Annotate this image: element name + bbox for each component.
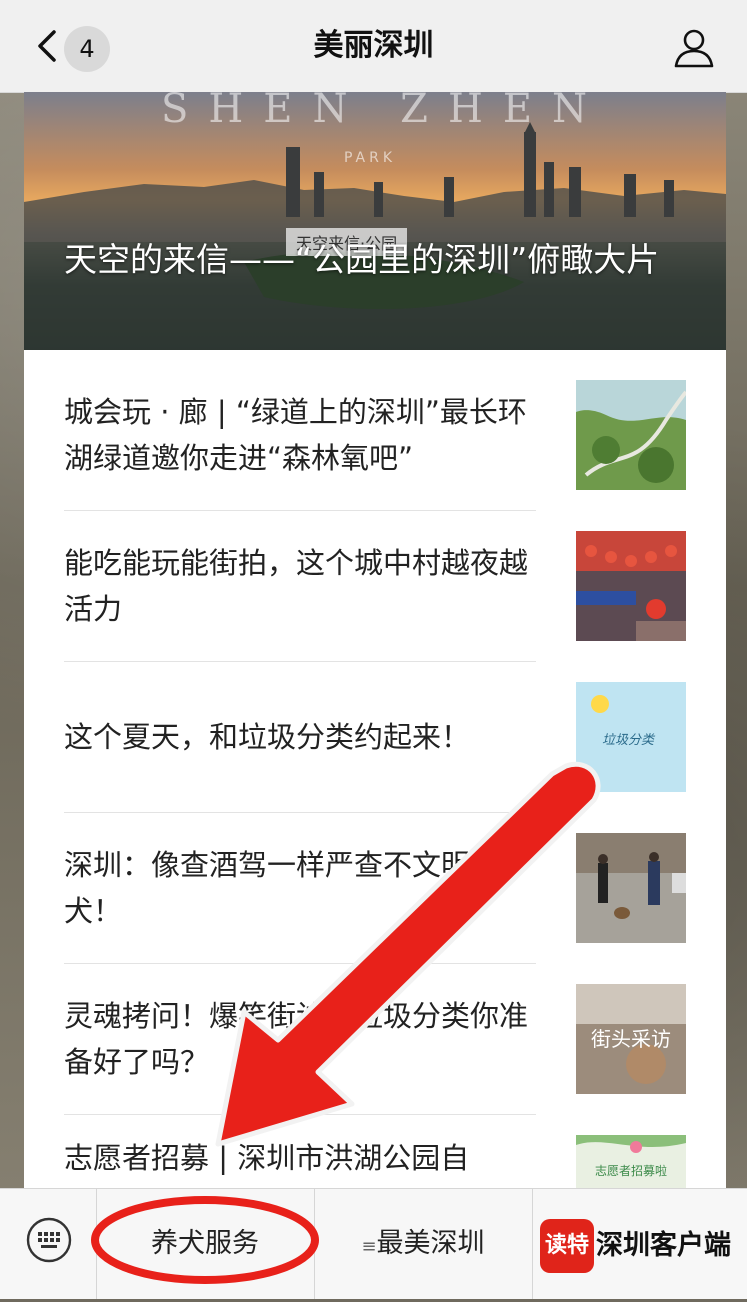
- dog-inspection-thumbnail: [576, 833, 686, 943]
- navigation-bar: 4 美丽深圳: [0, 0, 747, 93]
- article-item[interactable]: 深圳：像查酒驾一样严查不文明养犬！: [64, 813, 710, 963]
- street-interview-thumbnail: 街头采访: [576, 984, 686, 1094]
- article-item[interactable]: 志愿者招募 | 深圳市洪湖公园自 志愿者招募啦: [64, 1115, 710, 1188]
- thumbnail-caption: 垃圾分类: [602, 733, 656, 748]
- hero-decorative-text: SHEN ZHEN: [160, 92, 608, 132]
- article-item[interactable]: 能吃能玩能街拍，这个城中村越夜越活力: [64, 511, 710, 661]
- greenway-thumbnail: [576, 380, 686, 490]
- thumbnail-caption: 街头采访: [591, 1027, 671, 1051]
- keyboard-toggle-icon[interactable]: [26, 1217, 72, 1263]
- article-item[interactable]: 灵魂拷问！爆笑街访：垃圾分类你准备好了吗？ 街头采访: [64, 964, 710, 1114]
- thumbnail-caption: 志愿者招募啦: [595, 1163, 667, 1178]
- page-title: 美丽深圳: [313, 28, 434, 63]
- article-title: 灵魂拷问！爆笑街访：垃圾分类你准备好了吗？: [64, 999, 529, 1079]
- bottom-menu-bar: 养犬服务 ≡最美深圳 读特 深圳客户端: [0, 1188, 747, 1299]
- hero-article[interactable]: SHEN ZHEN PARK 天空来信·公园 天空的来信——“公园里的深圳”俯瞰…: [24, 92, 726, 350]
- article-item[interactable]: 这个夏天，和垃圾分类约起来！ 垃圾分类: [64, 662, 710, 812]
- hero-title: 天空的来信——“公园里的深圳”俯瞰大片: [64, 240, 660, 279]
- garbage-sorting-thumbnail: 垃圾分类: [576, 682, 686, 792]
- user-profile-icon[interactable]: [672, 26, 716, 70]
- article-list-card: SHEN ZHEN PARK 天空来信·公园 天空的来信——“公园里的深圳”俯瞰…: [24, 92, 726, 1188]
- article-title: 这个夏天，和垃圾分类约起来！: [64, 720, 471, 754]
- volunteer-thumbnail: 志愿者招募啦: [576, 1135, 686, 1188]
- hero-decorative-subtext: PARK: [344, 150, 397, 166]
- menu-tab-label: 最美深圳: [376, 1228, 485, 1259]
- article-title: 志愿者招募 | 深圳市洪湖公园自: [64, 1141, 470, 1175]
- article-item[interactable]: 城会玩 · 廊 | “绿道上的深圳”最长环湖绿道邀你走进“森林氧吧”: [64, 360, 710, 510]
- menu-separator: [532, 1189, 533, 1299]
- article-title: 能吃能玩能街拍，这个城中村越夜越活力: [64, 546, 529, 626]
- lantern-street-thumbnail: [576, 531, 686, 641]
- article-title: 城会玩 · 廊 | “绿道上的深圳”最长环湖绿道邀你走进“森林氧吧”: [64, 395, 527, 475]
- watermark-logo: 读特: [540, 1219, 594, 1273]
- menu-tab-dog-service[interactable]: 养犬服务: [96, 1189, 314, 1299]
- menu-tab-beautiful-shenzhen[interactable]: ≡最美深圳: [314, 1189, 532, 1299]
- submenu-icon: ≡: [361, 1236, 377, 1257]
- watermark-text: 深圳客户端: [596, 1230, 731, 1261]
- article-title: 深圳：像查酒驾一样严查不文明养犬！: [64, 848, 500, 928]
- back-arrow-icon[interactable]: [30, 28, 66, 64]
- unread-count-badge[interactable]: 4: [64, 26, 110, 72]
